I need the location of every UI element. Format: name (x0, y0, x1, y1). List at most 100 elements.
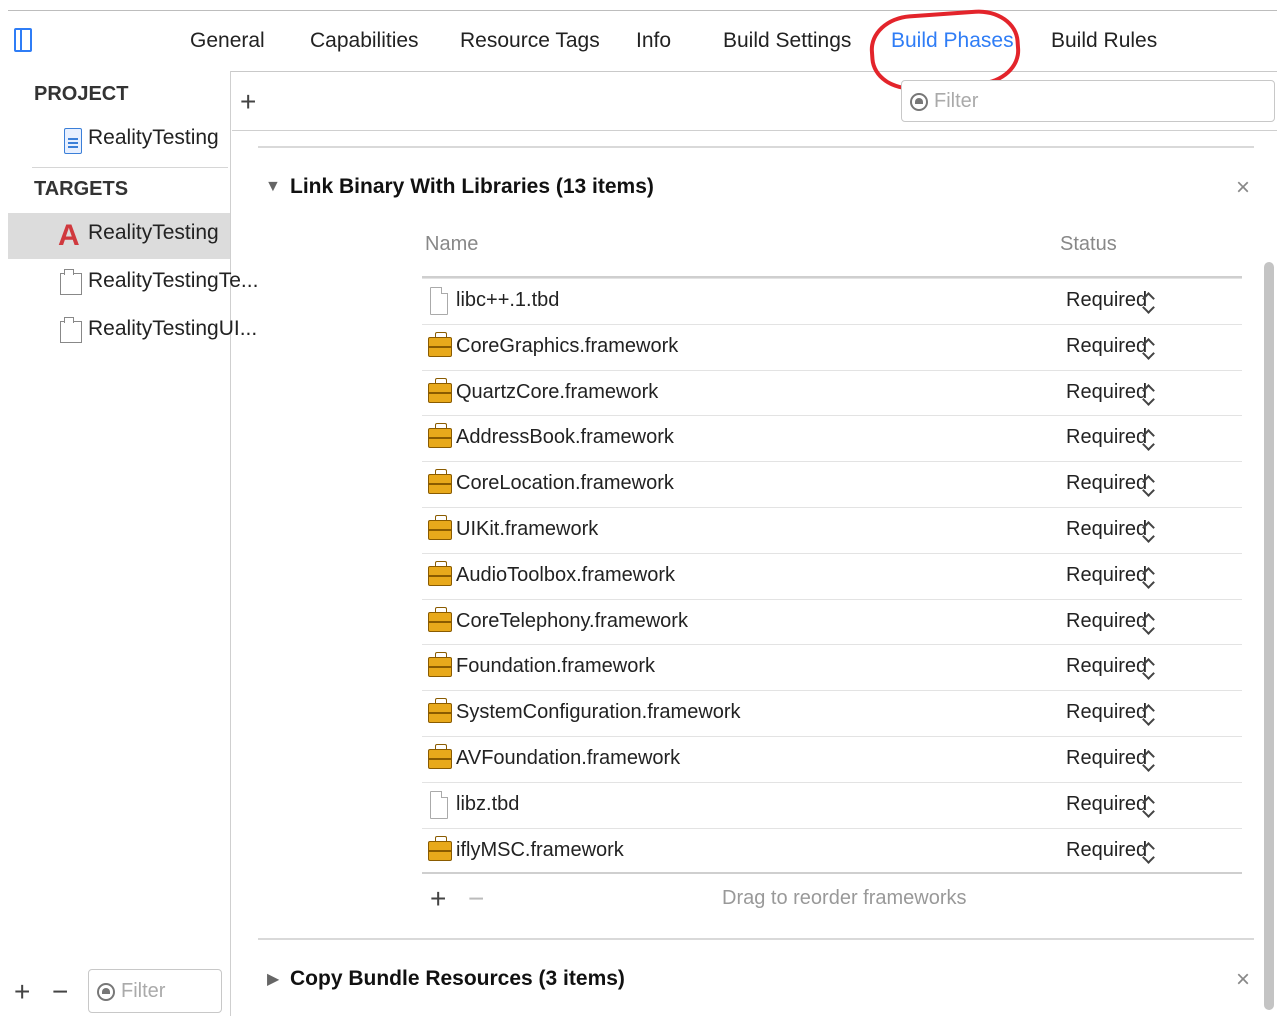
add-library-button[interactable]: + (430, 885, 446, 913)
status-popup[interactable]: Required (1066, 655, 1147, 678)
table-footer-divider (422, 872, 1242, 874)
library-name: Foundation.framework (456, 655, 655, 678)
filter-placeholder: Filter (121, 980, 166, 1002)
framework-icon (428, 698, 452, 724)
framework-icon (428, 606, 452, 632)
library-row[interactable]: iflyMSC.framework Required (422, 827, 1242, 875)
library-name: AudioToolbox.framework (456, 563, 675, 586)
status-popup[interactable]: Required (1066, 289, 1147, 312)
status-popup[interactable]: Required (1066, 839, 1147, 862)
library-row[interactable]: CoreGraphics.framework Required (422, 323, 1242, 371)
updown-chevron-icon[interactable] (1142, 841, 1154, 865)
library-name: libc++.1.tbd (456, 289, 560, 311)
tab-resource-tags[interactable]: Resource Tags (460, 24, 600, 58)
library-row[interactable]: libz.tbd Required (422, 781, 1242, 829)
library-row[interactable]: SystemConfiguration.framework Required (422, 690, 1242, 737)
sidebar: PROJECT RealityTesting TARGETS A Reality… (8, 71, 258, 1016)
sidebar-toggle-icon[interactable] (14, 28, 32, 52)
library-row[interactable]: AVFoundation.framework Required (422, 736, 1242, 783)
library-row[interactable]: CoreLocation.framework Required (422, 461, 1242, 508)
add-phase-button[interactable]: + (240, 88, 256, 116)
status-popup[interactable]: Required (1066, 335, 1147, 358)
filter-placeholder: Filter (934, 90, 979, 112)
sidebar-item-target[interactable]: A RealityTesting (8, 213, 230, 259)
sidebar-filter-input[interactable]: Filter (88, 969, 222, 1013)
test-bundle-icon (60, 317, 82, 343)
status-popup[interactable]: Required (1066, 564, 1147, 587)
library-row[interactable]: AudioToolbox.framework Required (422, 552, 1242, 600)
filter-icon (910, 93, 928, 111)
updown-chevron-icon[interactable] (1142, 428, 1154, 452)
updown-chevron-icon[interactable] (1142, 612, 1154, 636)
updown-chevron-icon[interactable] (1142, 703, 1154, 727)
sidebar-item-project[interactable]: RealityTesting (8, 118, 230, 164)
framework-icon (428, 560, 452, 586)
tab-build-rules[interactable]: Build Rules (1051, 24, 1157, 58)
status-popup[interactable]: Required (1066, 426, 1147, 449)
library-name: libz.tbd (456, 792, 520, 815)
status-popup[interactable]: Required (1066, 472, 1147, 495)
status-popup[interactable]: Required (1066, 701, 1147, 724)
library-row[interactable]: Foundation.framework Required (422, 644, 1242, 691)
updown-chevron-icon[interactable] (1142, 337, 1154, 361)
sidebar-item-target[interactable]: RealityTestingTe... (8, 261, 258, 307)
phase-divider (258, 146, 1254, 148)
sidebar-item-label: RealityTesting (88, 221, 219, 244)
add-target-button[interactable]: + (14, 978, 30, 1006)
column-header-status[interactable]: Status (1060, 233, 1117, 256)
divider (232, 130, 1277, 131)
framework-icon (428, 835, 452, 861)
updown-chevron-icon[interactable] (1142, 566, 1154, 590)
sidebar-item-target[interactable]: RealityTestingUI... (8, 309, 257, 355)
project-header: PROJECT (34, 83, 129, 105)
tab-general[interactable]: General (190, 24, 265, 58)
sidebar-item-label: RealityTestingUI... (88, 317, 258, 340)
library-row[interactable]: CoreTelephony.framework Required (422, 598, 1242, 646)
tab-capabilities[interactable]: Capabilities (310, 24, 419, 58)
copy-phase-title[interactable]: Copy Bundle Resources (3 items) (290, 967, 625, 991)
status-popup[interactable]: Required (1066, 793, 1147, 816)
vertical-scrollbar[interactable] (1264, 262, 1274, 1010)
library-name: CoreGraphics.framework (456, 334, 679, 357)
library-name: iflyMSC.framework (456, 838, 624, 861)
updown-chevron-icon[interactable] (1142, 657, 1154, 681)
column-header-name[interactable]: Name (425, 233, 478, 256)
updown-chevron-icon[interactable] (1142, 520, 1154, 544)
status-popup[interactable]: Required (1066, 381, 1147, 404)
library-name: AddressBook.framework (456, 426, 674, 449)
tab-build-settings[interactable]: Build Settings (723, 24, 851, 58)
disclosure-closed-icon[interactable]: ▶ (267, 969, 279, 989)
library-row[interactable]: AddressBook.framework Required (422, 415, 1242, 462)
phase-filter-input[interactable]: Filter (901, 80, 1275, 122)
link-phase-title[interactable]: Link Binary With Libraries (13 items) (290, 175, 654, 199)
filter-icon (97, 983, 115, 1001)
close-phase-icon[interactable]: × (1236, 966, 1250, 994)
library-name: SystemConfiguration.framework (456, 701, 741, 724)
updown-chevron-icon[interactable] (1142, 795, 1154, 819)
disclosure-open-icon[interactable]: ▼ (265, 178, 281, 196)
status-popup[interactable]: Required (1066, 747, 1147, 770)
library-row[interactable]: QuartzCore.framework Required (422, 369, 1242, 417)
library-row[interactable]: UIKit.framework Required (422, 507, 1242, 554)
updown-chevron-icon[interactable] (1142, 749, 1154, 773)
library-name: CoreTelephony.framework (456, 609, 688, 632)
updown-chevron-icon[interactable] (1142, 291, 1154, 315)
targets-header: TARGETS (34, 178, 129, 200)
library-name: CoreLocation.framework (456, 472, 674, 495)
remove-library-button[interactable]: − (468, 885, 484, 913)
library-name: UIKit.framework (456, 518, 599, 540)
updown-chevron-icon[interactable] (1142, 474, 1154, 498)
close-phase-icon[interactable]: × (1236, 174, 1250, 202)
status-popup[interactable]: Required (1066, 610, 1147, 633)
library-row[interactable]: libc++.1.tbd Required (422, 278, 1242, 325)
remove-target-button[interactable]: − (52, 978, 68, 1006)
library-name: AVFoundation.framework (456, 747, 681, 769)
tab-info[interactable]: Info (636, 24, 671, 58)
file-icon (430, 790, 448, 819)
updown-chevron-icon[interactable] (1142, 383, 1154, 407)
reorder-hint: Drag to reorder frameworks (722, 887, 967, 909)
sidebar-item-label: RealityTesting (88, 126, 219, 149)
test-bundle-icon (60, 269, 82, 295)
status-popup[interactable]: Required (1066, 518, 1147, 541)
framework-icon (428, 515, 452, 540)
